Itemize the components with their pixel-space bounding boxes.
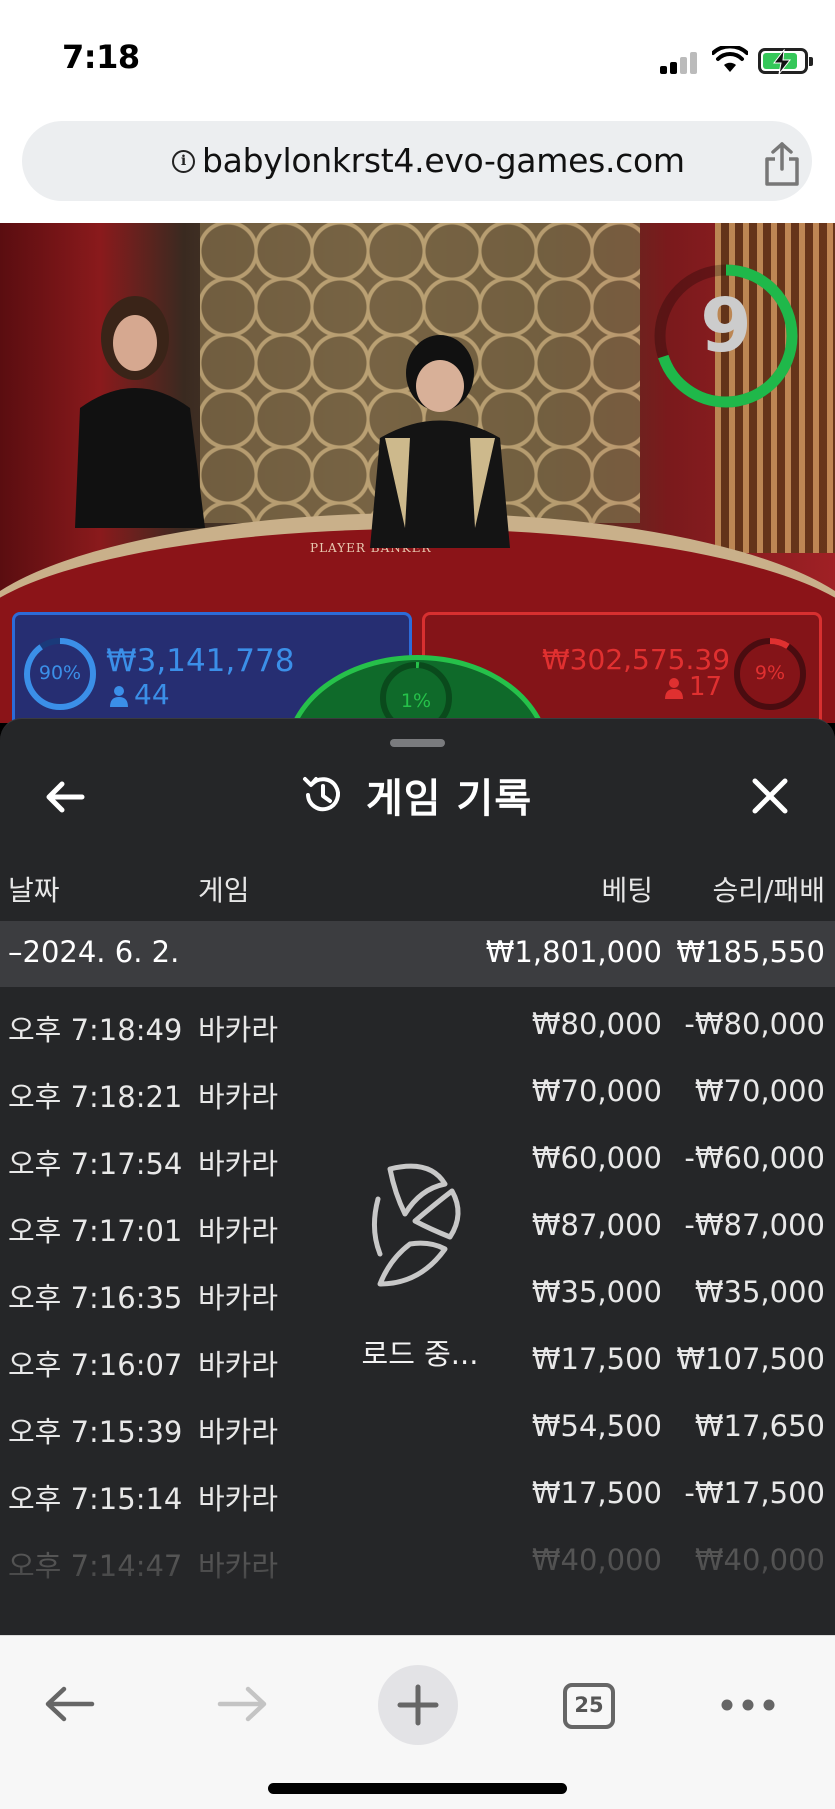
sheet-grabber[interactable] [390, 739, 445, 747]
share-icon[interactable] [760, 141, 804, 187]
forward-icon[interactable] [214, 1684, 270, 1724]
plus-icon [397, 1684, 439, 1726]
row-result: ₩107,500 [676, 1342, 825, 1376]
date-group-row[interactable]: –2024. 6. 2. ₩1,801,000 ₩185,550 [0, 921, 835, 987]
row-time: 오후 7:16:35 [8, 1281, 183, 1315]
new-tab-button[interactable] [378, 1665, 458, 1745]
row-result: ₩17,650 [694, 1409, 825, 1443]
close-icon[interactable] [745, 771, 795, 821]
row-game: 바카라 [198, 1147, 279, 1181]
row-time: 오후 7:17:01 [8, 1214, 183, 1248]
countdown-number: 9 [700, 283, 752, 369]
column-header-bet[interactable]: 베팅 [601, 869, 653, 909]
battery-charging-icon [758, 48, 813, 75]
info-icon[interactable]: i [172, 150, 195, 173]
game-history-panel: 게임 기록 날짜 게임 베팅 승리/패배 –2024. 6. 2. ₩1,801… [0, 718, 835, 1635]
row-bet: ₩70,000 [531, 1074, 662, 1108]
person-icon [665, 677, 683, 699]
banker-bettor-count: 17 [665, 672, 722, 702]
date-group-date: –2024. 6. 2. [8, 935, 180, 969]
row-bet: ₩17,500 [531, 1476, 662, 1510]
status-bar: 7:18 [0, 0, 835, 115]
panel-title: 게임 기록 [366, 776, 533, 822]
column-header-win-loss[interactable]: 승리/패배 [713, 869, 825, 909]
back-icon[interactable] [42, 1684, 98, 1724]
table-row[interactable]: 오후 7:18:21 바카라 ₩70,000 ₩70,000 [0, 1056, 835, 1123]
url-text[interactable]: babylonkrst4.evo-games.com [202, 141, 685, 180]
panel-header: 게임 기록 [300, 767, 532, 823]
table-row[interactable]: 오후 7:15:14 바카라 ₩17,500 -₩17,500 [0, 1458, 835, 1525]
row-time: 오후 7:16:07 [8, 1348, 183, 1382]
history-icon [303, 777, 340, 812]
row-game: 바카라 [198, 1080, 279, 1114]
dealer-figure [75, 296, 205, 528]
row-result: -₩17,500 [684, 1476, 825, 1510]
browser-toolbar: 25 [0, 1635, 835, 1809]
row-time: 오후 7:15:14 [8, 1482, 183, 1516]
banker-count-value: 17 [689, 672, 723, 702]
loading-spinner-icon [372, 1163, 461, 1287]
back-arrow-icon[interactable] [40, 772, 90, 822]
player-total-amount: ₩3,141,778 [106, 643, 295, 679]
row-bet: ₩17,500 [531, 1342, 662, 1376]
status-time: 7:18 [62, 38, 140, 76]
tab-switcher-button[interactable]: 25 [563, 1683, 615, 1729]
table-row[interactable]: 오후 7:15:39 바카라 ₩54,500 ₩17,650 [0, 1391, 835, 1458]
column-header-date[interactable]: 날짜 [8, 869, 60, 909]
table-row[interactable]: 오후 7:18:49 바카라 ₩80,000 -₩80,000 [0, 989, 835, 1056]
address-bar[interactable]: i babylonkrst4.evo-games.com [22, 121, 812, 201]
row-bet: ₩54,500 [531, 1409, 662, 1443]
row-time: 오후 7:18:49 [8, 1013, 183, 1047]
cellular-signal-icon [660, 52, 700, 74]
row-bet: ₩35,000 [531, 1275, 662, 1309]
tie-percent: 1% [400, 690, 432, 712]
row-result: -₩87,000 [684, 1208, 825, 1242]
row-time: 오후 7:18:21 [8, 1080, 183, 1114]
row-time: 오후 7:17:54 [8, 1147, 183, 1181]
person-icon [110, 686, 128, 707]
row-result: -₩80,000 [684, 1007, 825, 1041]
column-header-game[interactable]: 게임 [198, 869, 250, 909]
row-game: 바카라 [198, 1214, 279, 1248]
row-result: ₩35,000 [694, 1275, 825, 1309]
row-game: 바카라 [198, 1415, 279, 1449]
player-count-value: 44 [134, 678, 170, 711]
row-game: 바카라 [198, 1482, 279, 1516]
banker-percent: 9% [754, 662, 786, 684]
row-result: ₩70,000 [694, 1074, 825, 1108]
player-percent: 90% [38, 662, 82, 684]
date-group-total-win-loss: ₩185,550 [676, 935, 825, 969]
browser-address-area: i babylonkrst4.evo-games.com [0, 115, 835, 223]
more-icon[interactable] [720, 1698, 776, 1712]
row-bet: ₩87,000 [531, 1208, 662, 1242]
list-fade [0, 1559, 835, 1635]
dealer-figure [370, 335, 510, 548]
player-bettor-count: 44 [110, 678, 170, 711]
row-result: -₩60,000 [684, 1141, 825, 1175]
date-group-total-bet: ₩1,801,000 [485, 935, 662, 969]
row-bet: ₩80,000 [531, 1007, 662, 1041]
loading-text: 로드 중... [361, 1337, 479, 1371]
home-indicator[interactable] [268, 1783, 567, 1794]
row-game: 바카라 [198, 1281, 279, 1315]
row-bet: ₩60,000 [531, 1141, 662, 1175]
wifi-icon [712, 46, 748, 72]
row-game: 바카라 [198, 1348, 279, 1382]
row-time: 오후 7:15:39 [8, 1415, 183, 1449]
row-game: 바카라 [198, 1013, 279, 1047]
